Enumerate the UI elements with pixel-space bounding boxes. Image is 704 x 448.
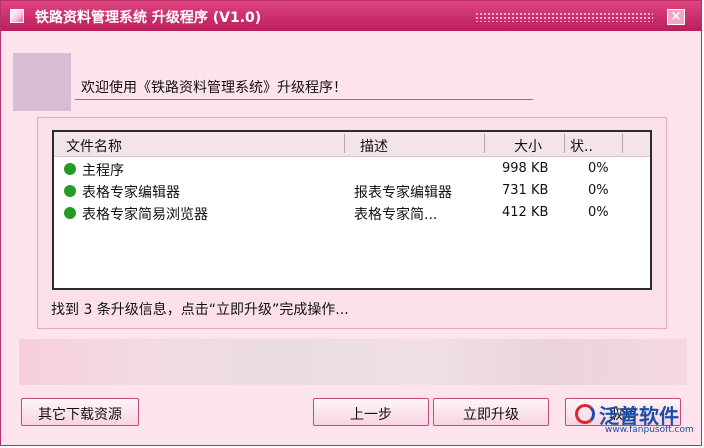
column-header-name[interactable]: 文件名称 bbox=[66, 136, 122, 156]
prev-label: 上一步 bbox=[350, 407, 392, 423]
file-name: 表格专家简易浏览器 bbox=[82, 207, 208, 223]
upgrade-dialog: 铁路资料管理系统 升级程序 (V1.0) × 欢迎使用《铁路资料管理系统》升级程… bbox=[0, 0, 702, 446]
status-dot-icon bbox=[64, 207, 76, 219]
file-status: 0% bbox=[588, 205, 609, 220]
file-size: 998 KB bbox=[502, 161, 549, 176]
window-title: 铁路资料管理系统 升级程序 (V1.0) bbox=[35, 10, 262, 26]
list-header: 文件名称 描述 大小 状.. bbox=[54, 132, 650, 157]
update-file-list[interactable]: 文件名称 描述 大小 状.. 主程序 998 KB 0% 表格专家编辑器 报表专… bbox=[52, 130, 652, 290]
welcome-text: 欢迎使用《铁路资料管理系统》升级程序！ bbox=[81, 80, 347, 96]
column-divider[interactable] bbox=[484, 134, 485, 153]
column-divider[interactable] bbox=[344, 134, 345, 153]
file-size: 731 KB bbox=[502, 183, 549, 198]
file-status: 0% bbox=[588, 183, 609, 198]
column-header-desc[interactable]: 描述 bbox=[360, 136, 388, 156]
title-bar-grip bbox=[475, 12, 653, 22]
status-dot-icon bbox=[64, 185, 76, 197]
column-header-size[interactable]: 大小 bbox=[514, 136, 542, 156]
other-download-label: 其它下载资源 bbox=[38, 407, 122, 423]
file-name: 表格专家编辑器 bbox=[82, 185, 180, 201]
welcome-underline bbox=[75, 99, 533, 100]
watermark-url: www.fanpusoft.com bbox=[605, 425, 694, 435]
status-dot-icon bbox=[64, 163, 76, 175]
file-size: 412 KB bbox=[502, 205, 549, 220]
header-image bbox=[13, 53, 71, 111]
file-status: 0% bbox=[588, 161, 609, 176]
file-desc: 报表专家编辑器 bbox=[354, 185, 452, 201]
close-icon: × bbox=[670, 9, 682, 24]
file-desc: 表格专家简... bbox=[354, 207, 438, 223]
table-row[interactable]: 主程序 998 KB 0% bbox=[54, 158, 650, 180]
table-row[interactable]: 表格专家编辑器 报表专家编辑器 731 KB 0% bbox=[54, 180, 650, 202]
progress-area bbox=[19, 339, 687, 385]
other-download-button[interactable]: 其它下载资源 bbox=[21, 398, 139, 426]
column-header-status[interactable]: 状.. bbox=[570, 136, 593, 156]
file-name: 主程序 bbox=[82, 163, 124, 179]
title-bar[interactable]: 铁路资料管理系统 升级程序 (V1.0) × bbox=[1, 1, 701, 31]
app-icon bbox=[10, 9, 24, 23]
upgrade-now-label: 立即升级 bbox=[463, 407, 519, 423]
column-divider[interactable] bbox=[622, 134, 623, 153]
upgrade-now-button[interactable]: 立即升级 bbox=[433, 398, 549, 426]
watermark-logo-icon bbox=[575, 404, 595, 424]
status-message: 找到 3 条升级信息，点击“立即升级”完成操作... bbox=[51, 302, 349, 318]
table-row[interactable]: 表格专家简易浏览器 表格专家简... 412 KB 0% bbox=[54, 202, 650, 224]
close-button[interactable]: × bbox=[667, 9, 685, 25]
column-divider[interactable] bbox=[564, 134, 565, 153]
prev-button[interactable]: 上一步 bbox=[313, 398, 429, 426]
